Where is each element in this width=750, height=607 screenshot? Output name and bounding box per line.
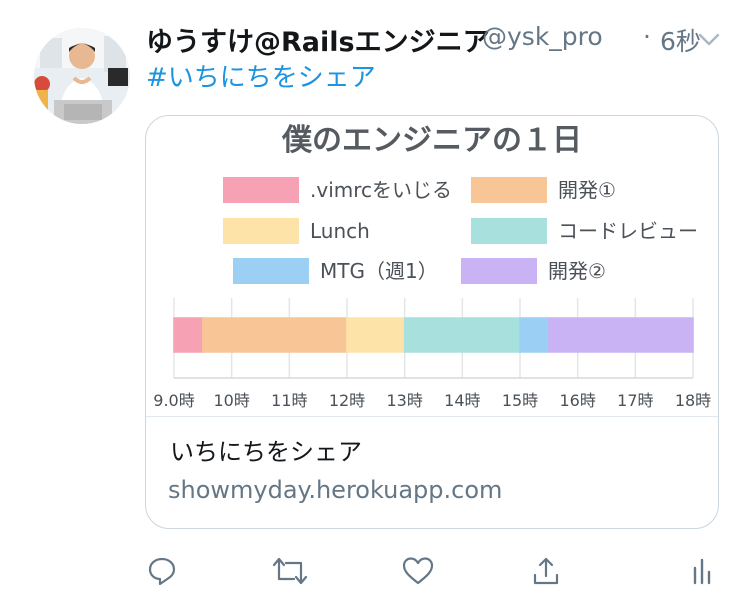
legend-item: Lunch xyxy=(223,218,370,244)
x-tick-label: 17時 xyxy=(617,391,653,410)
bar-segment xyxy=(548,317,694,353)
legend-swatch xyxy=(471,177,547,203)
legend-item: コードレビュー xyxy=(471,218,698,244)
chevron-down-icon[interactable] xyxy=(698,32,720,46)
legend-label: MTG（週1） xyxy=(320,259,438,283)
action-bar xyxy=(0,545,750,597)
reply-icon xyxy=(148,557,176,586)
bar-segment xyxy=(202,317,348,353)
legend-label: 開発② xyxy=(548,259,606,283)
x-tick-label: 14時 xyxy=(444,391,480,410)
card-image: 僕のエンジニアの１日 .vimrcをいじる 開発① Lunch コードレビュー MTG（… xyxy=(146,116,718,417)
legend-swatch xyxy=(461,258,537,284)
share-button[interactable] xyxy=(524,545,568,597)
legend-label: 開発① xyxy=(558,178,616,202)
share-icon xyxy=(533,557,559,585)
timeline-chart: 僕のエンジニアの１日 .vimrcをいじる 開発① Lunch コードレビュー MTG（… xyxy=(153,123,711,410)
bar-segment xyxy=(173,317,204,353)
link-card[interactable]: 僕のエンジニアの１日 .vimrcをいじる 開発① Lunch コードレビュー MTG（… xyxy=(145,115,719,529)
author-name[interactable]: ゆうすけ@Railsエンジニア xyxy=(146,20,490,59)
x-tick-label: 10時 xyxy=(213,391,249,410)
x-tick-label: 15時 xyxy=(502,391,538,410)
x-tick-label: 13時 xyxy=(386,391,422,410)
legend-label: Lunch xyxy=(310,219,370,243)
legend-item: .vimrcをいじる xyxy=(223,177,452,203)
retweet-icon xyxy=(272,557,308,585)
legend-item: 開発② xyxy=(461,258,606,284)
author-handle[interactable]: @ysk_pro xyxy=(482,22,603,51)
legend-swatch xyxy=(233,258,309,284)
avatar[interactable] xyxy=(34,28,130,124)
legend-label: .vimrcをいじる xyxy=(310,178,452,202)
legend-swatch xyxy=(471,218,547,244)
card-title: いちにちをシェア xyxy=(170,438,362,466)
tweet-header: ゆうすけ@Railsエンジニア @ysk_pro · 6秒 xyxy=(146,20,726,60)
x-tick-label: 9.0時 xyxy=(153,391,194,410)
card-domain: showmyday.herokuapp.com xyxy=(168,476,503,504)
x-tick-label: 12時 xyxy=(329,391,365,410)
retweet-button[interactable] xyxy=(268,545,312,597)
heart-icon xyxy=(402,557,434,585)
bar-segment xyxy=(403,317,521,353)
bar-segment xyxy=(519,317,550,353)
timestamp[interactable]: 6秒 xyxy=(660,22,701,58)
x-tick-label: 11時 xyxy=(271,391,307,410)
legend-item: 開発① xyxy=(471,177,616,203)
like-button[interactable] xyxy=(396,545,440,597)
chart-title: 僕のエンジニアの１日 xyxy=(281,123,582,158)
bar-segment xyxy=(346,317,406,353)
reply-button[interactable] xyxy=(140,545,184,597)
hashtag-link[interactable]: #いちにちをシェア xyxy=(146,57,376,94)
legend-swatch xyxy=(223,218,299,244)
legend-swatch xyxy=(223,177,299,203)
analytics-icon xyxy=(693,558,711,585)
x-tick-label: 16時 xyxy=(559,391,595,410)
chart-bars xyxy=(173,317,694,353)
separator-dot: · xyxy=(643,22,651,51)
legend-label: コードレビュー xyxy=(558,219,698,243)
chart-legend: .vimrcをいじる 開発① Lunch コードレビュー MTG（週1） 開発② xyxy=(223,177,698,284)
avatar-image xyxy=(34,28,130,124)
legend-item: MTG（週1） xyxy=(233,258,438,284)
x-tick-label: 18時 xyxy=(675,391,711,410)
chart-x-ticks: 9.0時 10時 11時 12時 13時 14時 15時 16時 17時 18時 xyxy=(153,391,711,410)
analytics-button[interactable] xyxy=(680,545,724,597)
